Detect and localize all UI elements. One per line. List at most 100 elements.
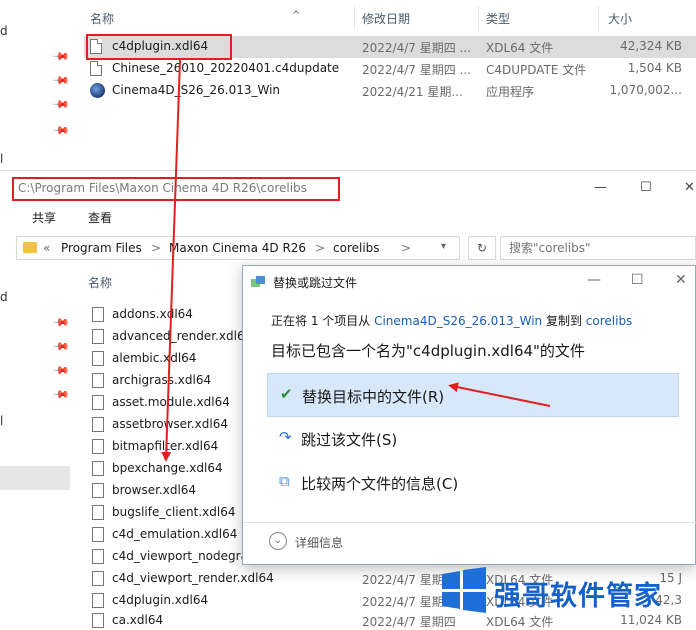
maximize-icon[interactable]: ☐	[631, 272, 644, 288]
tab-share[interactable]: 共享	[32, 209, 56, 226]
pin-icon[interactable]: 📌	[51, 121, 70, 140]
pin-icon[interactable]: 📌	[51, 337, 70, 356]
file-icon	[92, 395, 104, 410]
file-name: c4d_emulation.xdl64	[112, 527, 238, 541]
skip-file-option[interactable]: ↷ 跳过该文件(S)	[267, 417, 679, 461]
close-icon[interactable]: ✕	[684, 180, 695, 195]
file-row[interactable]: Chinese_26010_20220401.c4dupdate 2022/4/…	[84, 58, 696, 80]
copy-text-middle: 复制到	[542, 314, 586, 328]
file-name: c4dplugin.xdl64	[112, 593, 209, 607]
pin-icon[interactable]: 📌	[51, 95, 70, 114]
nav-truncated-label[interactable]: l	[0, 152, 3, 166]
column-size[interactable]: 大小	[608, 10, 632, 27]
maximize-icon[interactable]: ☐	[640, 180, 652, 195]
file-type: XDL64 文件	[486, 41, 554, 55]
nav-truncated-label[interactable]: l	[0, 414, 3, 428]
pin-icon[interactable]: 📌	[51, 47, 70, 66]
option-label: 比较两个文件的信息(C)	[301, 475, 459, 493]
source-link[interactable]: Cinema4D_S26_26.013_Win	[374, 314, 542, 328]
minimize-icon[interactable]: —	[587, 272, 601, 288]
file-name: advanced_render.xdl64	[112, 329, 253, 343]
file-size: 42,324 KB	[620, 39, 682, 53]
minimize-icon[interactable]: —	[594, 180, 607, 195]
tab-view[interactable]: 查看	[88, 209, 112, 226]
file-type: 应用程序	[486, 85, 535, 99]
column-type[interactable]: 类型	[486, 10, 510, 27]
highlight-box-source-file	[86, 34, 232, 60]
file-type: XDL64 文件	[486, 615, 554, 629]
compare-files-option[interactable]: ⧉ 比较两个文件的信息(C)	[267, 461, 679, 505]
option-label: 替换目标中的文件(R)	[302, 388, 445, 406]
breadcrumb-program-files[interactable]: Program Files	[61, 241, 142, 255]
breadcrumb-separator[interactable]: >	[315, 241, 325, 255]
file-row[interactable]: Cinema4D_S26_26.013_Win 2022/4/21 星期... …	[84, 80, 696, 102]
pin-icon[interactable]: 📌	[51, 71, 70, 90]
file-name: browser.xdl64	[112, 483, 197, 497]
nav-truncated-label[interactable]: d	[0, 290, 8, 304]
file-icon	[92, 329, 104, 344]
column-name[interactable]: 名称	[90, 10, 114, 27]
file-name: bpexchange.xdl64	[112, 461, 223, 475]
pin-icon[interactable]: 📌	[51, 385, 70, 404]
highlight-box-destination-path	[12, 177, 340, 201]
nav-selected-item[interactable]	[0, 466, 70, 490]
file-icon	[92, 505, 104, 520]
more-info-label: 详细信息	[295, 536, 344, 550]
file-icon	[90, 61, 102, 76]
dropdown-icon[interactable]: ▾	[441, 241, 446, 252]
file-name: c4d_viewport_render.xdl64	[112, 571, 274, 585]
breadcrumb-separator[interactable]: >	[401, 241, 411, 255]
nav-truncated-label[interactable]: d	[0, 24, 8, 38]
file-date: 2022/4/21 星期...	[362, 85, 463, 99]
pin-icon[interactable]: 📌	[51, 313, 70, 332]
file-icon	[92, 461, 104, 476]
pin-icon[interactable]: 📌	[51, 361, 70, 380]
file-icon	[92, 417, 104, 432]
refresh-icon[interactable]: ↻	[468, 236, 496, 260]
file-icon	[92, 439, 104, 454]
file-name: alembic.xdl64	[112, 351, 197, 365]
file-name: Cinema4D_S26_26.013_Win	[112, 83, 281, 97]
file-name: assetbrowser.xdl64	[112, 417, 228, 431]
file-name: bitmapfilter.xdl64	[112, 439, 219, 453]
column-date[interactable]: 修改日期	[362, 10, 410, 27]
breadcrumb-overflow[interactable]: «	[43, 241, 50, 255]
replace-or-skip-dialog: 替换或跳过文件 — ☐ ✕ 正在将 1 个项目从 Cinema4D_S26_26…	[242, 265, 696, 565]
breadcrumb-separator[interactable]: >	[151, 241, 161, 255]
option-label: 跳过该文件(S)	[301, 431, 398, 449]
source-explorer-pane: d l 📌 📌 📌 📌 ^ 名称 修改日期 类型 大小 c4dplugin.xd…	[0, 0, 696, 168]
checkmark-icon: ✔	[280, 385, 293, 403]
file-name: c4d_viewport_nodegra	[112, 549, 248, 563]
cinema4d-icon	[90, 83, 105, 98]
sort-up-icon: ^	[292, 10, 301, 21]
file-icon	[92, 483, 104, 498]
file-date: 2022/4/7 星期四	[362, 615, 456, 629]
folder-icon	[23, 242, 37, 253]
copy-progress-text: 正在将 1 个项目从 Cinema4D_S26_26.013_Win 复制到 c…	[271, 312, 632, 329]
file-name: addons.xdl64	[112, 307, 193, 321]
skip-icon: ↷	[279, 428, 292, 446]
breadcrumb-corelibs[interactable]: corelibs	[333, 241, 380, 255]
file-name: archigrass.xdl64	[112, 373, 212, 387]
search-input[interactable]	[500, 236, 696, 260]
file-date: 2022/4/7 星期四 ...	[362, 63, 471, 77]
destination-link[interactable]: corelibs	[586, 314, 633, 328]
compare-icon: ⧉	[279, 472, 290, 490]
breadcrumb-maxon[interactable]: Maxon Cinema 4D R26	[169, 241, 306, 255]
windows-logo-watermark	[442, 567, 486, 613]
close-icon[interactable]: ✕	[675, 272, 687, 288]
ribbon-tabs: 共享 查看	[0, 204, 696, 230]
list-item[interactable]: ca.xdl64 2022/4/7 星期四 XDL64 文件 11,024 KB	[88, 610, 696, 630]
address-bar: « Program Files > Maxon Cinema 4D R26 > …	[0, 234, 696, 262]
file-icon	[92, 351, 104, 366]
replace-file-option[interactable]: ✔ 替换目标中的文件(R)	[267, 373, 679, 417]
file-type: C4DUPDATE 文件	[486, 63, 587, 77]
chevron-down-icon: ⌄	[269, 532, 287, 550]
file-name: Chinese_26010_20220401.c4dupdate	[112, 61, 340, 75]
column-name[interactable]: 名称	[88, 274, 112, 291]
file-size: 1,504 KB	[627, 61, 682, 75]
file-size: 15 J	[659, 571, 682, 585]
source-nav-pane: d l 📌 📌 📌 📌	[0, 0, 74, 168]
file-icon	[92, 593, 104, 608]
address-path-box[interactable]: « Program Files > Maxon Cinema 4D R26 > …	[16, 236, 460, 260]
